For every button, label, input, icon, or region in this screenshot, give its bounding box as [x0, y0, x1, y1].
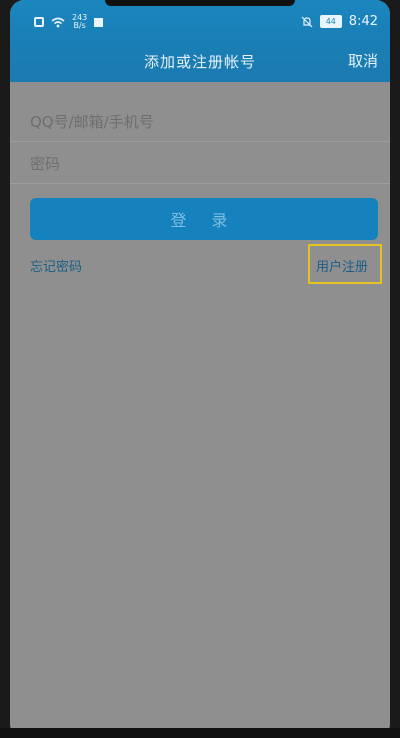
status-right: 44 8:42 [301, 14, 378, 29]
account-placeholder: QQ号/邮箱/手机号 [30, 113, 154, 131]
register-highlight-box [308, 244, 382, 284]
phone-screen: 243 B/s 44 8:42 添加或注册帐号 取消 QQ号/邮箱/手机号 密码… [10, 0, 390, 738]
notification-icon [94, 17, 104, 27]
camera-notch [105, 0, 295, 6]
battery-icon: 44 [319, 15, 342, 28]
login-button[interactable]: 登 录 [30, 198, 378, 240]
mute-bell-icon [301, 16, 313, 27]
wifi-icon [51, 17, 65, 27]
account-field[interactable]: QQ号/邮箱/手机号 [10, 100, 390, 142]
password-placeholder: 密码 [30, 155, 61, 173]
app-bar: 添加或注册帐号 取消 [10, 40, 390, 82]
sim-icon [34, 17, 44, 27]
password-field[interactable]: 密码 [10, 142, 390, 184]
page-title: 添加或注册帐号 [143, 53, 256, 71]
network-speed: 243 B/s [72, 14, 87, 30]
forgot-password-link[interactable]: 忘记密码 [30, 256, 82, 275]
status-bar: 243 B/s 44 8:42 [10, 0, 390, 40]
network-speed-unit: B/s [73, 21, 86, 30]
device-bottom-edge [0, 728, 400, 738]
cancel-button[interactable]: 取消 [348, 50, 378, 71]
status-left: 243 B/s [34, 14, 104, 30]
clock: 8:42 [348, 14, 378, 29]
